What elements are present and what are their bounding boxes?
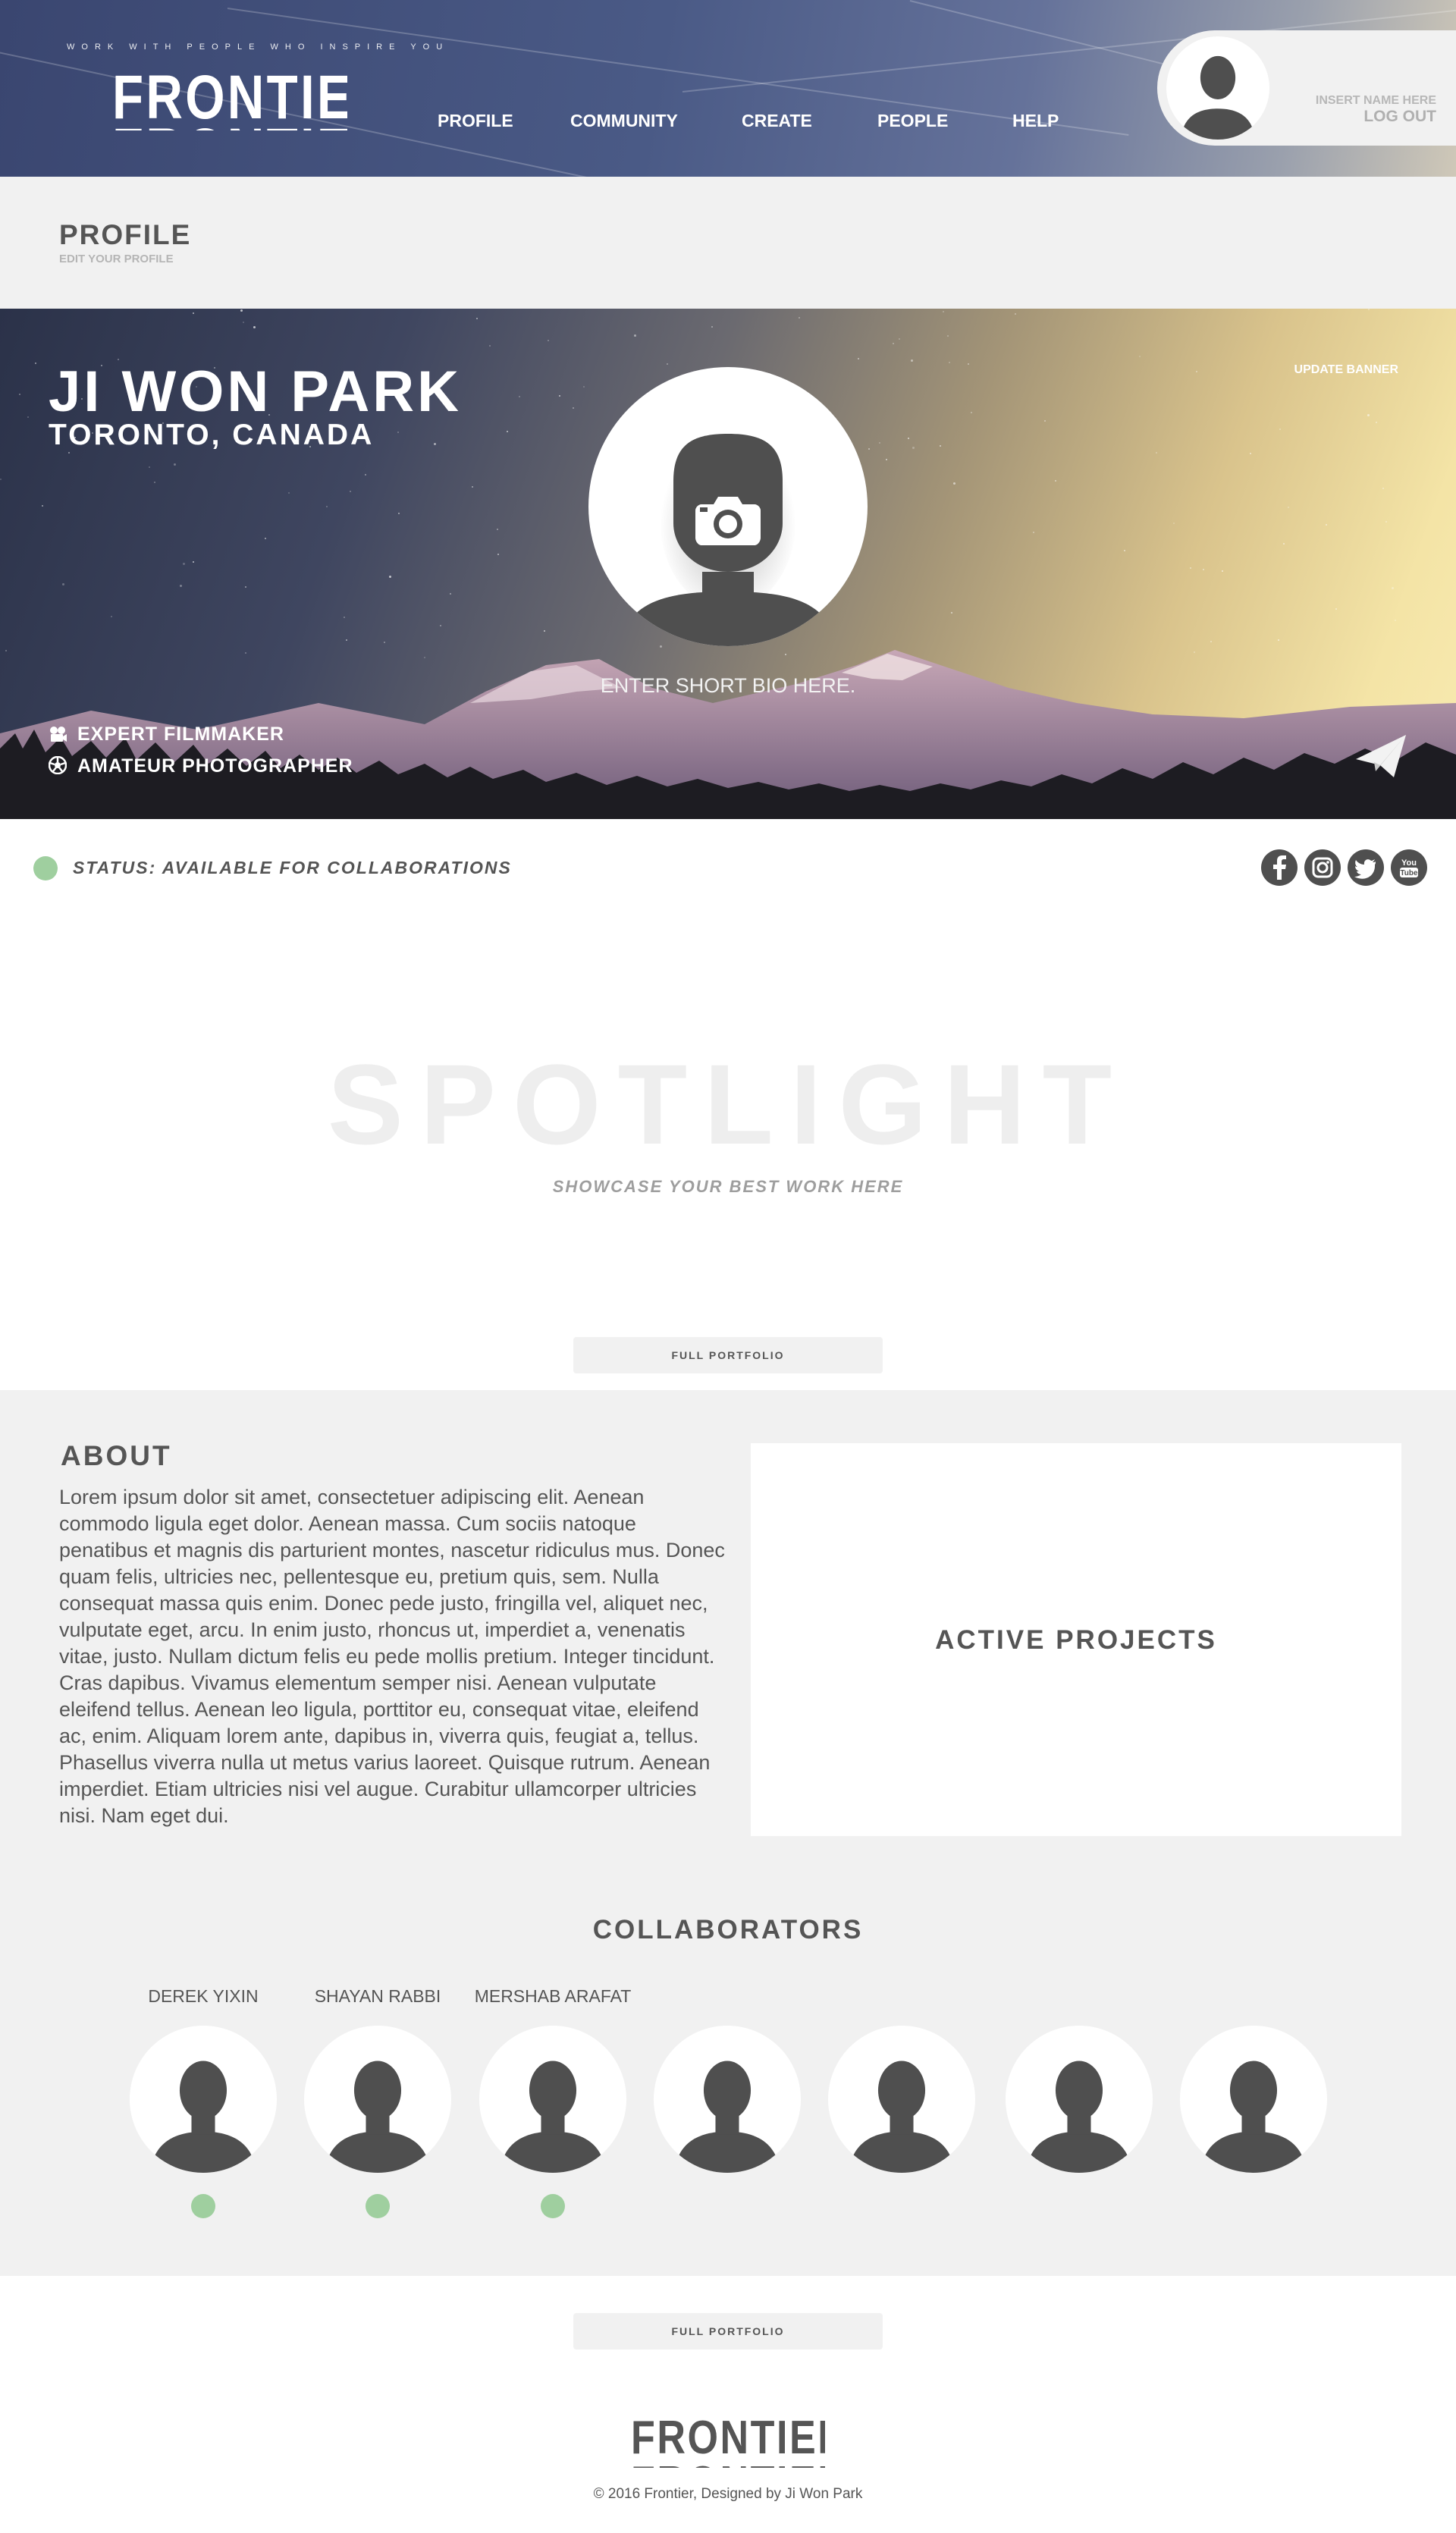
camera-icon	[695, 497, 761, 545]
youtube-icon[interactable]: You Tube	[1391, 849, 1427, 886]
nav-item-help[interactable]: HELP	[1012, 111, 1059, 131]
paper-plane-icon[interactable]	[1354, 733, 1407, 779]
collaborators-title: COLLABORATORS	[592, 1915, 864, 1944]
profile-name: JI WON PARK	[49, 359, 463, 424]
person-silhouette-icon	[1026, 2061, 1132, 2173]
nav-item-create[interactable]: CREATE	[742, 111, 812, 131]
page-title: PROFILE	[59, 219, 192, 250]
status-indicator	[33, 856, 58, 880]
profile-avatar-upload[interactable]	[588, 367, 868, 646]
edit-profile-link[interactable]: EDIT YOUR PROFILE	[59, 253, 174, 265]
collaborator-online-indicator	[191, 2194, 215, 2218]
profile-bio[interactable]: ENTER SHORT BIO HERE.	[0, 674, 1456, 698]
active-projects-panel[interactable]: ACTIVE PROJECTS	[751, 1443, 1401, 1836]
collaborator-avatar[interactable]	[828, 2026, 975, 2173]
person-silhouette-icon	[1181, 55, 1255, 140]
about-title: ABOUT	[61, 1440, 172, 1471]
film-camera-icon	[50, 727, 67, 742]
site-logo-reflection: FRONTIER	[112, 112, 347, 131]
footer-logo-reflection: FRONTIER	[631, 2456, 825, 2469]
skill-label: AMATEUR PHOTOGRAPHER	[77, 755, 353, 777]
nav-item-community[interactable]: COMMUNITY	[570, 111, 678, 131]
person-silhouette-icon	[674, 2061, 780, 2173]
profile-location: TORONTO, CANADA	[49, 419, 375, 451]
full-portfolio-button[interactable]: FULL PORTFOLIO	[573, 1337, 883, 1373]
skill-label: EXPERT FILMMAKER	[77, 723, 284, 745]
svg-text:Tube: Tube	[1400, 869, 1418, 877]
status-text[interactable]: STATUS: AVAILABLE FOR COLLABORATIONS	[73, 858, 512, 878]
person-silhouette-icon	[325, 2061, 431, 2173]
collaborator-avatar[interactable]	[1180, 2026, 1327, 2173]
collaborator-avatar[interactable]	[130, 2026, 277, 2173]
user-account-panel: INSERT NAME HERE LOG OUT	[1157, 30, 1456, 146]
skill-item: AMATEUR PHOTOGRAPHER	[48, 755, 353, 777]
collaborator-name[interactable]: SHAYAN RABBI	[287, 1986, 469, 2007]
collaborator-avatar[interactable]	[479, 2026, 626, 2173]
twitter-icon[interactable]	[1348, 849, 1384, 886]
collaborator-name[interactable]: MERSHAB ARAFAT	[462, 1986, 644, 2007]
nav-item-profile[interactable]: PROFILE	[438, 111, 513, 131]
collaborator-avatar[interactable]	[304, 2026, 451, 2173]
person-silhouette-icon	[849, 2061, 955, 2173]
collaborator-avatar[interactable]	[654, 2026, 801, 2173]
collaborator-avatar[interactable]	[1006, 2026, 1153, 2173]
update-banner-button[interactable]: UPDATE BANNER	[1294, 363, 1398, 377]
profile-banner: JI WON PARK TORONTO, CANADA UPDATE BANNE…	[0, 309, 1456, 819]
user-avatar[interactable]	[1166, 36, 1269, 140]
spotlight-title: SPOTLIGHT	[327, 1041, 1129, 1168]
user-name: INSERT NAME HERE	[1315, 94, 1436, 107]
active-projects-title: ACTIVE PROJECTS	[935, 1625, 1217, 1655]
nav-item-people[interactable]: PEOPLE	[877, 111, 948, 131]
site-tagline: WORK WITH PEOPLE WHO INSPIRE YOU	[67, 42, 450, 52]
header-star-streak	[227, 8, 1129, 136]
collaborator-name[interactable]: DEREK YIXIN	[112, 1986, 294, 2007]
person-silhouette-icon	[150, 2061, 256, 2173]
full-portfolio-button[interactable]: FULL PORTFOLIO	[573, 2313, 883, 2349]
logout-link[interactable]: LOG OUT	[1363, 108, 1436, 126]
copyright: © 2016 Frontier, Designed by Ji Won Park	[593, 2486, 863, 2502]
svg-text:You: You	[1401, 858, 1417, 868]
spotlight-subtitle: SHOWCASE YOUR BEST WORK HERE	[552, 1177, 904, 1196]
about-text: Lorem ipsum dolor sit amet, consectetuer…	[59, 1486, 725, 1827]
collaborator-online-indicator	[366, 2194, 390, 2218]
person-silhouette-icon	[500, 2061, 606, 2173]
person-silhouette-icon	[1200, 2061, 1307, 2173]
collaborator-online-indicator	[541, 2194, 565, 2218]
aperture-icon	[48, 755, 67, 775]
about-section: ABOUT Lorem ipsum dolor sit amet, consec…	[0, 1390, 1456, 2276]
instagram-icon[interactable]	[1304, 849, 1341, 886]
facebook-icon[interactable]	[1261, 849, 1298, 886]
skill-item: EXPERT FILMMAKER	[49, 723, 284, 745]
page-title-bar: PROFILE EDIT YOUR PROFILE	[0, 177, 1456, 309]
site-header: WORK WITH PEOPLE WHO INSPIRE YOU FRONTIE…	[0, 0, 1456, 177]
